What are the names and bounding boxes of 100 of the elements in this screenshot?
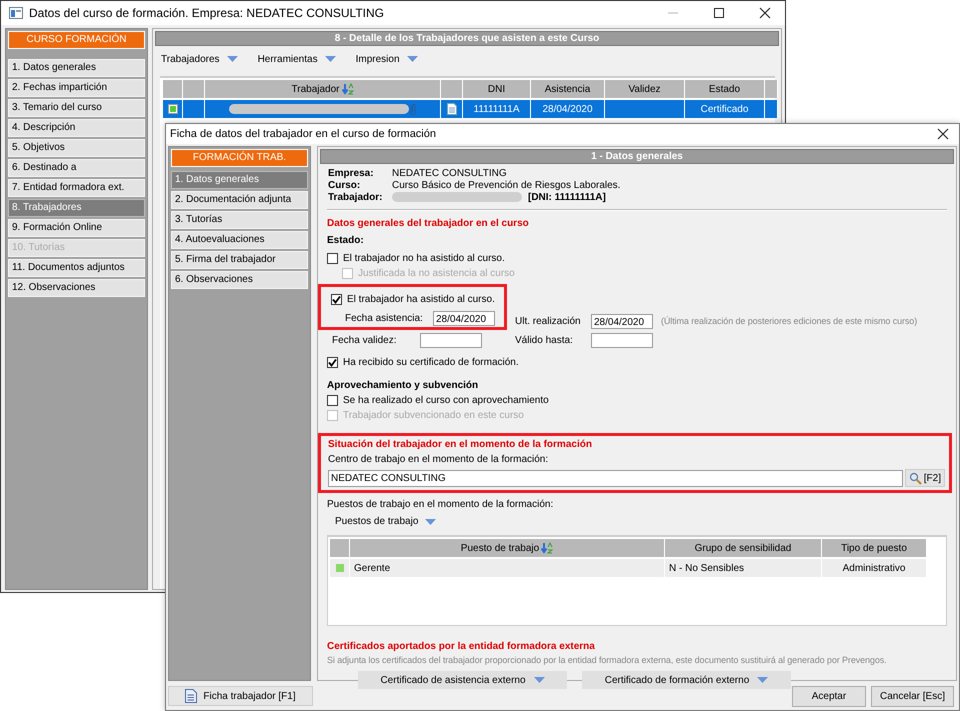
field-label: Trabajador: [328,192,384,202]
lookup-button[interactable]: [F2] [904,469,945,487]
table-cell: 11111111A [463,100,531,118]
menu-button[interactable]: Impresion [356,52,418,66]
checkbox-label: Trabajador subvencionado en este curso [343,410,524,421]
column-header[interactable]: Tipo de puesto [822,539,927,557]
checkbox-label: El trabajador no ha asistido al curso. [343,253,505,264]
window-title: Datos del curso de formación. Empresa: NEDATEC CONSULTING [29,6,384,20]
header-cell [330,539,350,557]
document-icon [185,689,198,703]
status-square-icon [334,563,344,573]
dropdown-triangle-icon [406,55,418,63]
field-label: Fecha validez: [331,334,398,346]
section-heading: Situación del trabajador en el momento de la formación [328,438,593,452]
menu-button[interactable]: Herramientas [258,52,336,66]
panel-title: 8 - Detalle de los Trabajadores que asisten a este Curso [155,31,779,46]
sidebar-item[interactable]: 3. Temario del curso [8,99,145,117]
sidebar-item[interactable]: 1. Datos generales [171,171,308,189]
checkbox[interactable] [327,395,338,406]
field-label: Curso: [328,180,362,190]
sidebar-item[interactable]: 8. Trabajadores [8,199,145,217]
checkbox-label: El trabajador ha asistido al curso. [347,294,495,305]
sidebar-item[interactable]: 4. Autoevaluaciones [171,231,308,249]
dropdown-button[interactable]: Certificado de asistencia externo [358,671,567,689]
column-header[interactable]: Estado [685,80,765,98]
hint-text: Si adjunta los certificados del trabajador proporcionado por la entidad formadora externa, este documento sustituirá al generado por Prevengos. [327,654,887,667]
column-header[interactable]: DNI [463,80,531,98]
header-cell [183,80,205,98]
sidebar-item[interactable]: 2. Documentación adjunta [171,191,308,209]
column-header[interactable]: Grupo de sensibilidad [665,539,822,557]
field-value: NEDATEC CONSULTING [392,168,507,178]
sidebar-item[interactable]: 6. Observaciones [171,271,308,289]
checkbox-label: Se ha realizado el curso con aprovechamiento [343,395,549,406]
sidebar-item[interactable]: 4. Descripción [8,119,145,137]
sidebar-item[interactable]: 3. Tutorías [171,211,308,229]
checkbox-label: Ha recibido su certificado de formación. [343,357,519,368]
date-field[interactable] [420,332,482,348]
field-value: Curso Básico de Prevención de Riesgos Laborales. [392,180,620,190]
column-header[interactable]: Asistencia [531,80,605,98]
menu-button[interactable]: Trabajadores [161,52,238,66]
panel-title: 1 - Datos generales [320,149,954,164]
field-label: Empresa: [328,168,375,178]
sidebar-item[interactable]: 9. Formación Online [8,219,145,237]
text-field[interactable]: NEDATEC CONSULTING [328,470,903,486]
section-heading: Datos generales del trabajador en el curso [327,217,530,231]
sidebar-item[interactable]: 12. Observaciones [8,279,145,297]
field-label: Centro de trabajo en el momento de la formación: [328,454,550,467]
dropdown-triangle-icon [425,518,436,526]
sidebar-header: CURSO FORMACIÓN [8,31,145,49]
field-value: [DNI: 11111111A] [528,192,606,202]
dropdown-button[interactable]: Certificado de formación externo [582,671,791,689]
close-icon [759,7,771,19]
table-cell: Certificado [685,100,765,118]
worker-file-button[interactable]: Ficha trabajador [F1] [168,686,313,706]
checkbox-label: Justificada la no asistencia al curso [358,268,515,279]
checkbox[interactable] [327,253,338,264]
sidebar-item[interactable]: 11. Documentos adjuntos [8,259,145,277]
menu-button[interactable]: Puestos de trabajo [335,516,436,527]
hint-text: (Última realización de posteriores ediciones de este mismo curso) [661,316,918,326]
sidebar-header: FORMACIÓN TRAB. [171,149,308,167]
dropdown-triangle-icon [534,676,545,684]
field-label: Puestos de trabajo en el momento de la formación: [327,499,554,512]
section-label: Estado: [327,234,365,248]
window-title: Ficha de datos del trabajador en el curso de formación [170,128,436,140]
dialog-button[interactable]: Aceptar [792,686,866,706]
table-cell: Administrativo [822,559,927,577]
date-field[interactable] [591,332,653,348]
document-icon [446,103,456,115]
checkbox[interactable] [327,357,338,368]
sidebar-item[interactable]: 2. Fechas impartición [8,79,145,97]
date-field[interactable]: 28/04/2020 [433,310,495,326]
dropdown-triangle-icon [324,55,336,63]
section-heading: Aprovechamiento y subvención [327,379,480,393]
table-cell: 28/04/2020 [531,100,605,118]
paperclip-icon [408,103,416,115]
table-cell: N - No Sensibles [665,559,822,577]
sidebar-item[interactable]: 6. Destinado a [8,159,145,177]
sidebar-item[interactable]: 1. Datos generales [8,59,145,77]
header-cell [441,80,463,98]
header-cell [163,80,183,98]
column-header[interactable]: Validez [605,80,685,98]
date-field[interactable]: 28/04/2020 [591,314,653,328]
dialog-button[interactable]: Cancelar [Esc] [870,686,954,706]
close-icon [937,128,949,140]
field-label: Fecha asistencia: [344,312,424,324]
maximize-icon [713,7,725,19]
column-header[interactable]: Puesto de trabajo [350,539,665,557]
column-header[interactable]: Trabajador [205,80,441,98]
sidebar-item[interactable]: 5. Firma del trabajador [171,251,308,269]
field-label: Válido hasta: [515,334,574,346]
sort-icon [342,83,354,95]
field-label: Ult. realización [515,316,582,326]
dropdown-triangle-icon [757,676,768,684]
checkbox[interactable] [331,294,342,305]
sidebar-item[interactable]: 5. Objetivos [8,139,145,157]
window-icon [9,7,23,19]
search-icon [908,472,922,484]
sidebar-item[interactable]: 7. Entidad formadora ext. [8,179,145,197]
dropdown-triangle-icon [226,55,238,63]
sort-icon [541,542,554,554]
